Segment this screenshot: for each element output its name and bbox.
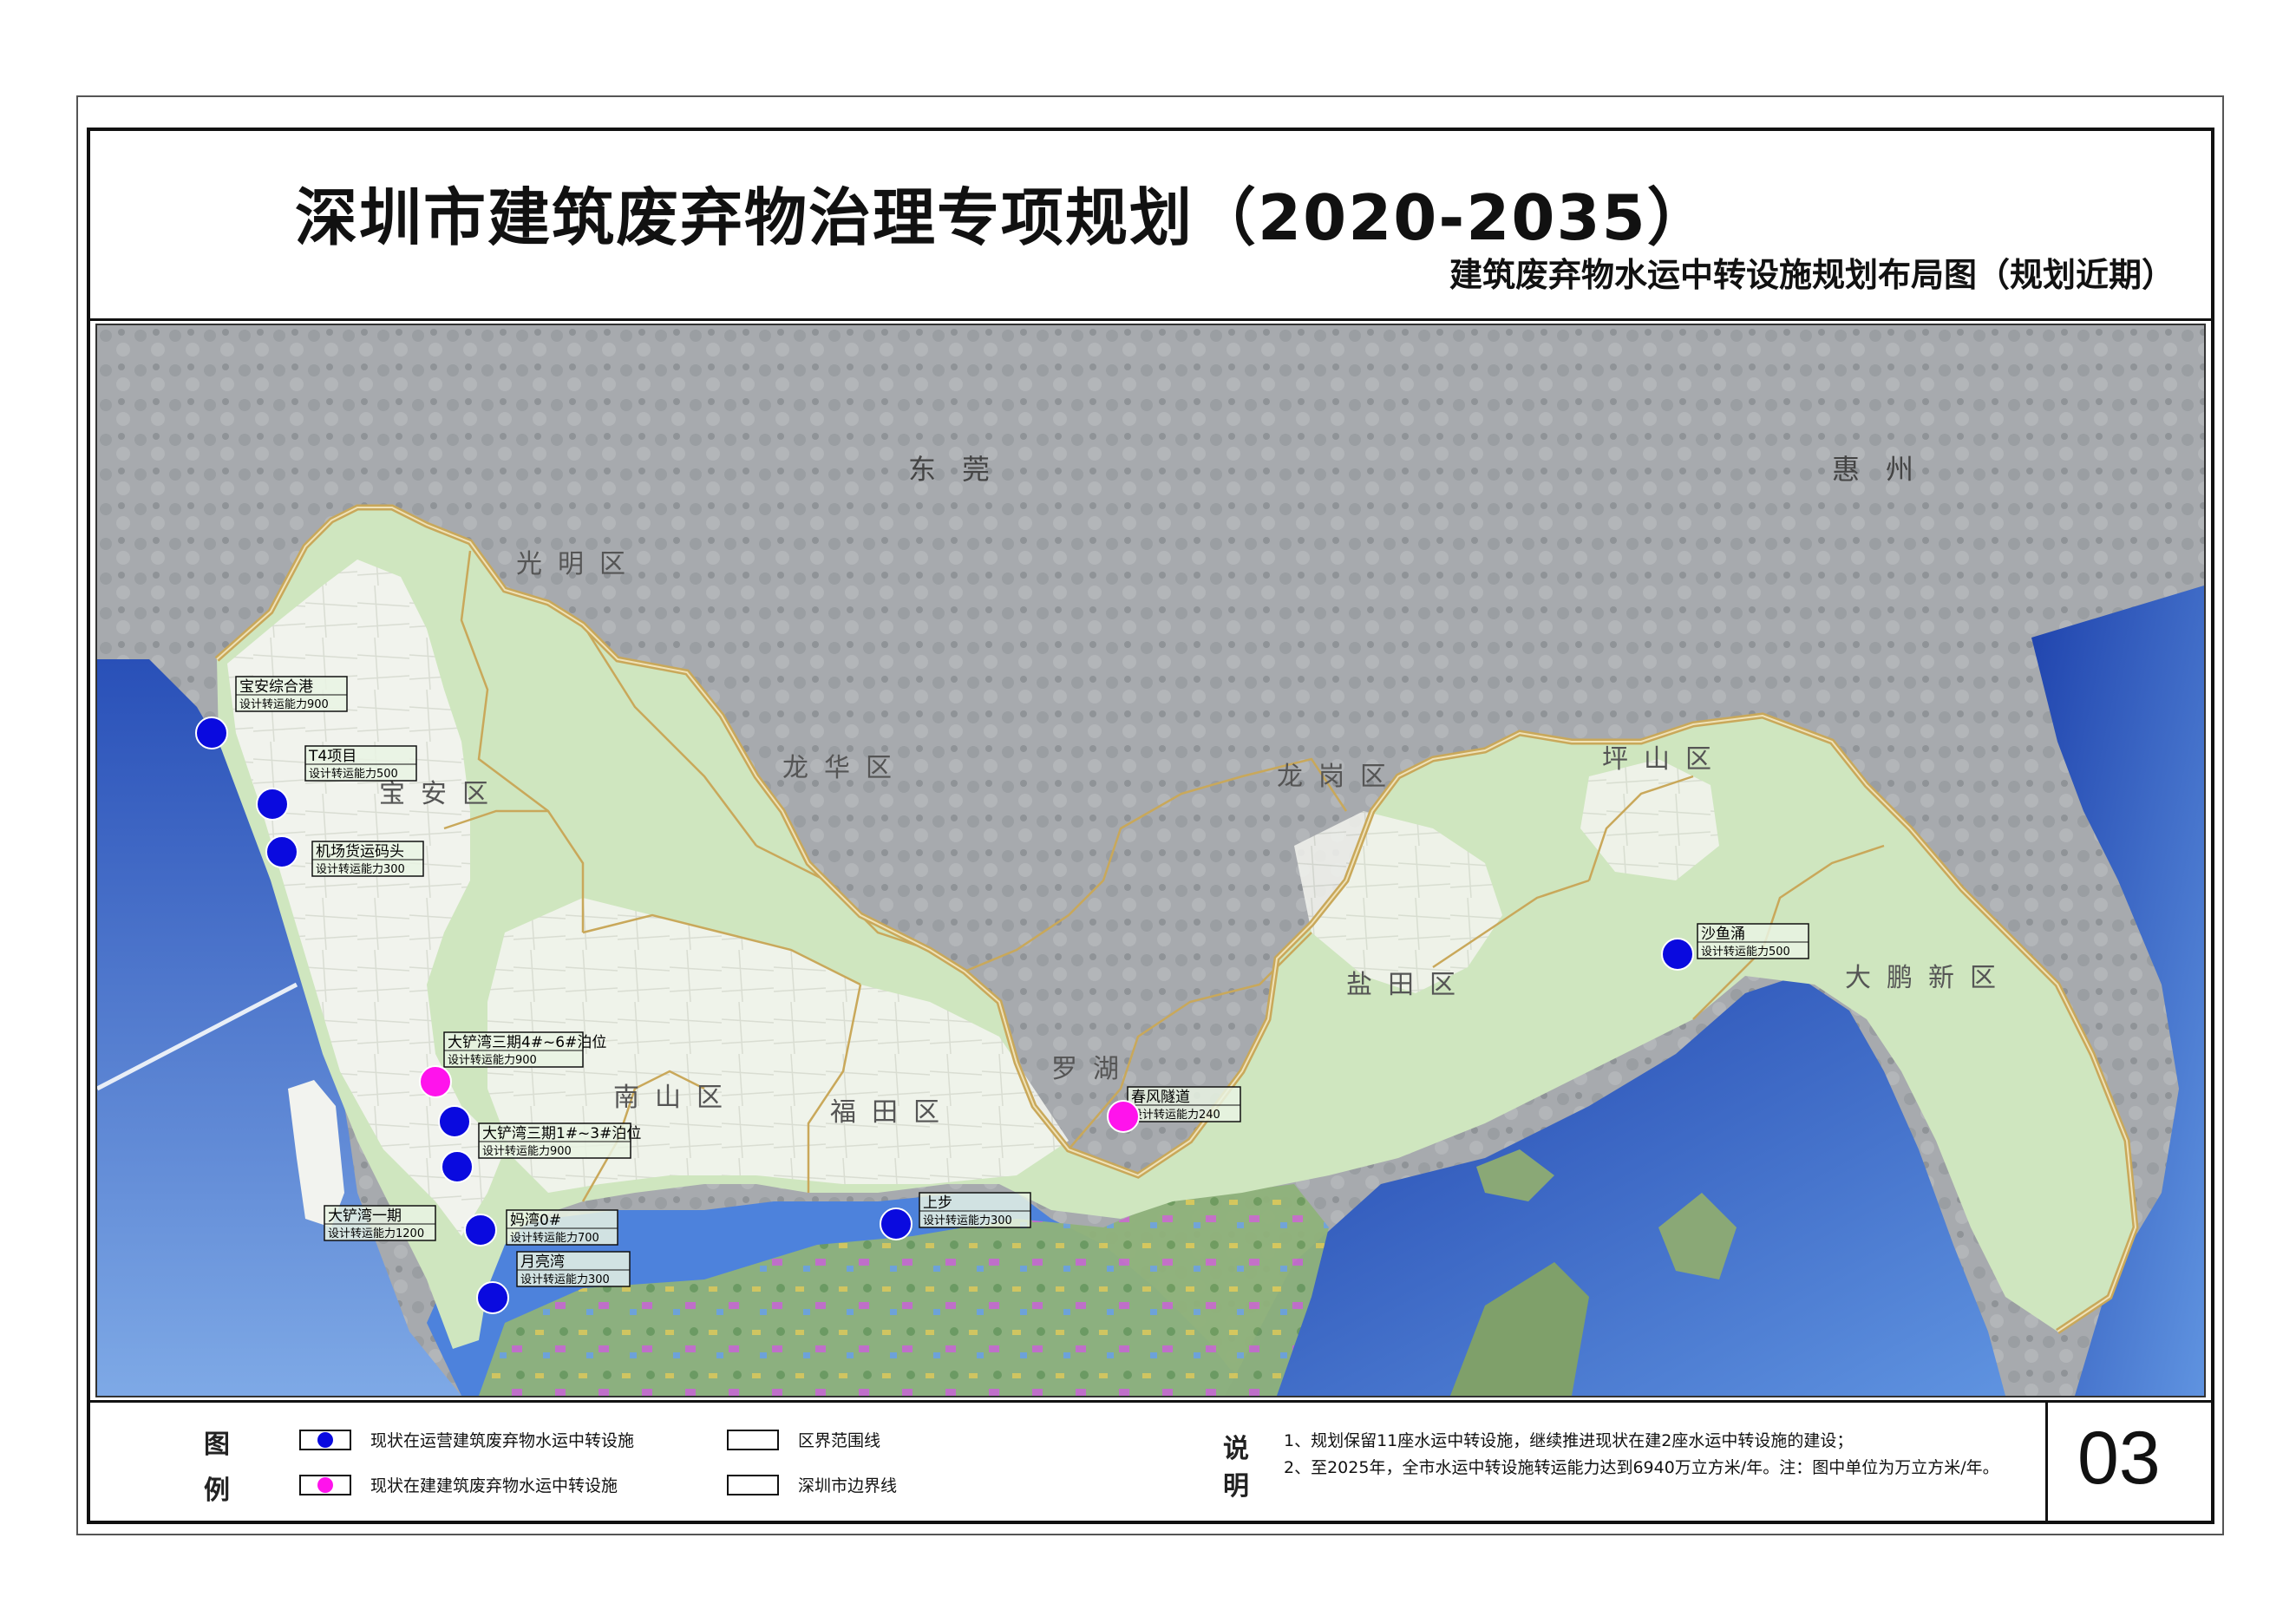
district-label-luohu: 罗湖 — [1051, 1054, 1135, 1084]
blue-dot-icon — [464, 1214, 497, 1247]
blue-dot-icon — [438, 1105, 471, 1138]
legend-item-label: 区界范围线 — [798, 1431, 881, 1450]
legend-item-city-boundary: 深圳市边界线 — [727, 1473, 897, 1496]
facility-name: 机场货运码头 — [316, 843, 404, 861]
map-frame[interactable]: 东莞 惠州 光明区 宝安区 龙华区 龙岗区 坪山区 南山区 福田区 罗湖 盐田区… — [95, 324, 2206, 1397]
district-label-futian: 福田区 — [830, 1097, 955, 1128]
district-label-longhua: 龙华区 — [782, 753, 907, 783]
legend-label-bottom: 例 — [204, 1476, 230, 1506]
blue-dot-icon — [880, 1207, 913, 1240]
note-line-1: 1、规划保留11座水运中转设施，继续推进现状在建2座水运中转设施的建设； — [1284, 1431, 1854, 1450]
facility-name: T4项目 — [308, 748, 357, 765]
magenta-dot-icon — [299, 1474, 351, 1495]
facility-name: 沙鱼涌 — [1701, 926, 1745, 943]
sheet-number: 03 — [2077, 1417, 2161, 1500]
legend-divider — [90, 1400, 2211, 1403]
district-label-nanshan: 南山区 — [613, 1083, 738, 1113]
legend-item-label: 现状在建建筑废弃物水运中转设施 — [370, 1476, 618, 1495]
blue-dot-icon — [265, 835, 298, 868]
magenta-dot-icon — [1107, 1100, 1140, 1133]
facility-name: 上步 — [923, 1194, 952, 1212]
facility-7[interactable]: 妈湾0# 设计转运能力700 — [464, 1209, 618, 1247]
facility-capacity: 设计转运能力240 — [1131, 1109, 1220, 1122]
legend-label-top: 图 — [204, 1430, 230, 1460]
map-canvas[interactable]: 东莞 惠州 光明区 宝安区 龙华区 龙岗区 坪山区 南山区 福田区 罗湖 盐田区… — [97, 325, 2204, 1396]
legend-item-label: 现状在运营建筑废弃物水运中转设施 — [370, 1431, 635, 1450]
facility-capacity: 设计转运能力300 — [316, 863, 405, 876]
district-label-pingshan: 坪山区 — [1602, 744, 1727, 775]
district-line-icon — [727, 1429, 779, 1450]
facility-capacity: 设计转运能力300 — [923, 1214, 1012, 1227]
blue-dot-icon — [476, 1281, 509, 1314]
facility-name: 大铲湾三期1#~3#泊位 — [482, 1125, 641, 1142]
facility-capacity: 设计转运能力500 — [1701, 946, 1790, 959]
legend-item-label: 深圳市边界线 — [798, 1476, 898, 1495]
facility-capacity: 设计转运能力900 — [482, 1145, 572, 1158]
neighbor-label-dongguan: 东莞 — [908, 453, 1016, 486]
district-label-yantian: 盐田区 — [1346, 970, 1471, 1000]
facility-capacity: 设计转运能力1200 — [328, 1227, 424, 1240]
note-line-2: 2、至2025年，全市水运中转设施转运能力达到6940万立方米/年。注：图中单位… — [1284, 1458, 1999, 1477]
district-label-dapeng: 大鹏新区 — [1845, 963, 2011, 993]
facility-capacity: 设计转运能力900 — [448, 1054, 537, 1067]
facility-capacity: 设计转运能力300 — [520, 1273, 610, 1286]
facility-name: 大铲湾三期4#~6#泊位 — [448, 1034, 606, 1051]
title-divider — [90, 318, 2211, 321]
blue-dot-icon — [441, 1150, 474, 1183]
district-label-longgang: 龙岗区 — [1277, 762, 1402, 792]
map-subtitle: 建筑废弃物水运中转设施规划布局图（规划近期） — [1449, 256, 2175, 294]
facility-capacity: 设计转运能力700 — [510, 1232, 599, 1245]
district-label-baoan: 宝安区 — [379, 779, 504, 809]
city-boundary-icon — [727, 1474, 779, 1495]
legend-item-district-line: 区界范围线 — [727, 1428, 880, 1451]
neighbor-label-huizhou: 惠州 — [1832, 453, 1939, 486]
district-label-guangming: 光明区 — [516, 549, 641, 579]
blue-dot-icon — [195, 717, 228, 749]
notes-label-top: 说 — [1223, 1434, 1249, 1464]
blue-dot-icon — [256, 788, 289, 821]
map-title: 深圳市建筑废弃物治理专项规划（2020-2035） — [295, 181, 1711, 254]
facility-name: 春风隧道 — [1131, 1089, 1190, 1106]
facility-name: 月亮湾 — [520, 1253, 565, 1271]
facility-name: 大铲湾一期 — [328, 1207, 402, 1225]
magenta-dot-icon — [419, 1065, 452, 1098]
facility-capacity: 设计转运能力900 — [239, 698, 329, 711]
blue-dot-icon — [1661, 938, 1694, 971]
facility-name: 妈湾0# — [510, 1212, 561, 1229]
notes-label-bottom: 明 — [1223, 1471, 1249, 1502]
facility-capacity: 设计转运能力500 — [309, 768, 398, 781]
blue-dot-icon — [299, 1429, 351, 1450]
legend-item-construction: 现状在建建筑废弃物水运中转设施 — [299, 1473, 618, 1496]
facility-name: 宝安综合港 — [239, 678, 313, 696]
legend-item-operating: 现状在运营建筑废弃物水运中转设施 — [299, 1428, 634, 1451]
